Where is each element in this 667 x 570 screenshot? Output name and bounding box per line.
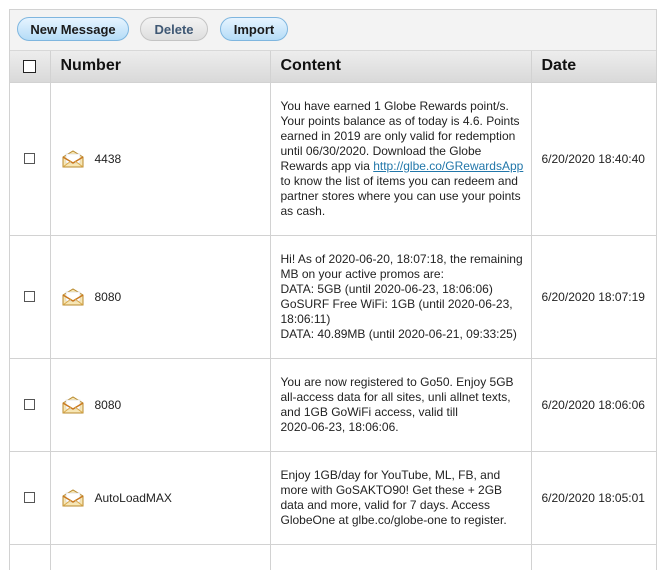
sender-number: AutoLoadMAX <box>94 490 172 505</box>
sender-number: 8080 <box>94 289 122 304</box>
message-content: Enjoy 1GB/day for YouTube, ML, FB, and m… <box>269 450 532 545</box>
row-checkbox[interactable] <box>24 492 36 503</box>
envelope-icon <box>62 149 83 167</box>
message-table: Number Content Date 4438 You have earned… <box>10 51 656 570</box>
import-button[interactable]: Import <box>220 17 288 41</box>
column-header-content: Content <box>269 51 532 83</box>
rewards-app-link[interactable]: http://glbe.co/GRewardsApp <box>373 159 523 173</box>
message-panel: New Message Delete Import Number Content… <box>9 9 657 570</box>
new-message-button[interactable]: New Message <box>17 17 129 41</box>
message-date: 6/20/2020 18:07:19 <box>530 234 656 359</box>
table-header-row: Number Content Date <box>10 51 656 83</box>
envelope-icon <box>62 395 83 413</box>
row-checkbox[interactable] <box>24 153 36 164</box>
row-checkbox[interactable] <box>24 399 36 410</box>
row-checkbox[interactable] <box>24 291 36 302</box>
message-content: Hi! As of 2020-06-20, 18:07:18, the rema… <box>269 234 532 359</box>
envelope-icon <box>62 287 83 305</box>
delete-button[interactable]: Delete <box>140 17 208 41</box>
message-content: You have earned 1 Globe Rewards point/s.… <box>269 81 532 236</box>
table-row[interactable]: 4438 You have earned 1 Globe Rewards poi… <box>10 81 656 236</box>
message-date: 6/20/2020 18:05:01 <box>530 450 656 545</box>
sender-number: 4438 <box>94 151 122 166</box>
table-row[interactable] <box>10 543 656 570</box>
column-header-number: Number <box>49 51 271 83</box>
column-header-date: Date <box>530 51 656 83</box>
sender-number: 8080 <box>94 397 122 412</box>
table-row[interactable]: AutoLoadMAX Enjoy 1GB/day for YouTube, M… <box>10 450 656 545</box>
message-content: You are now registered to Go50. Enjoy 5G… <box>269 357 532 452</box>
toolbar: New Message Delete Import <box>10 10 656 51</box>
select-all-checkbox[interactable] <box>23 59 37 73</box>
table-row[interactable]: 8080 You are now registered to Go50. Enj… <box>10 357 656 452</box>
message-date: 6/20/2020 18:06:06 <box>530 357 656 452</box>
envelope-icon <box>62 488 83 506</box>
table-row[interactable]: 8080 Hi! As of 2020-06-20, 18:07:18, the… <box>10 234 656 359</box>
message-date: 6/20/2020 18:40:40 <box>530 81 656 236</box>
